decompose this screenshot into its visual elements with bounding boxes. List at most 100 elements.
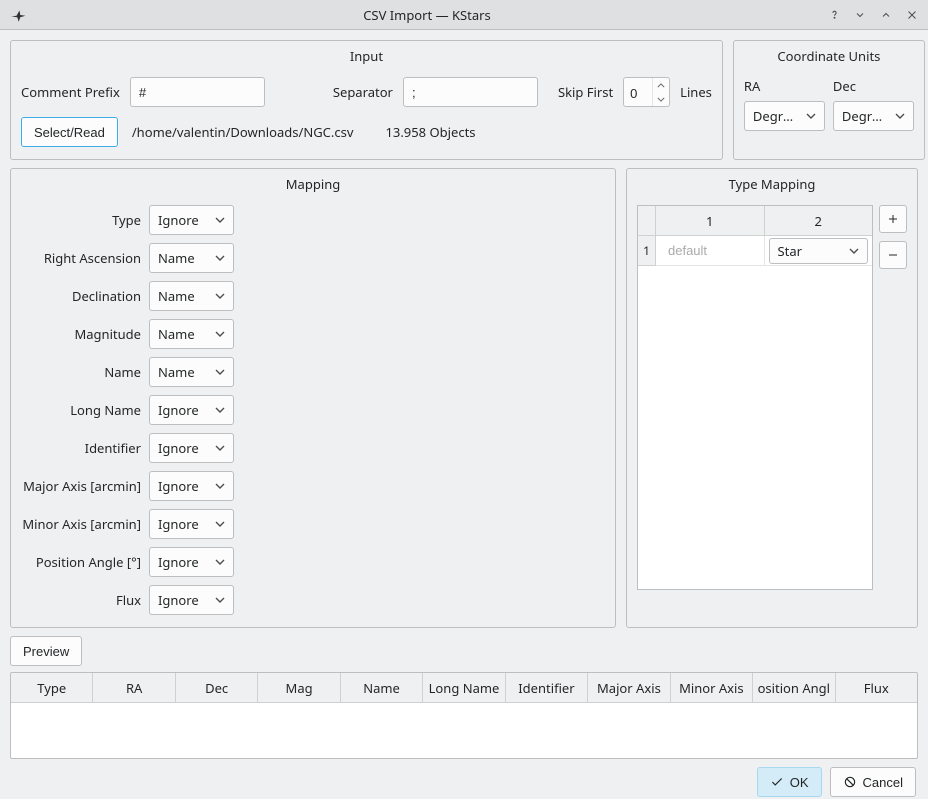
mapping-row-label: Minor Axis [arcmin] [21, 515, 141, 533]
preview-col-header[interactable]: Flux [836, 673, 917, 702]
titlebar: CSV Import — KStars [0, 0, 928, 30]
coord-units-groupbox: Coordinate Units RA Dec Degrees Degrees [733, 40, 925, 160]
mapping-row-label: Magnitude [21, 325, 141, 343]
type-mapping-title: Type Mapping [627, 169, 917, 197]
type-map-type-select[interactable]: Star [769, 238, 869, 264]
mapping-row: Position Angle [°] Ignore [21, 547, 281, 577]
lines-label: Lines [680, 83, 712, 101]
chevron-down-icon [215, 255, 225, 261]
help-icon[interactable] [826, 7, 842, 23]
type-map-row: 1 Star [638, 236, 872, 266]
mapping-row-select[interactable]: Ignore [149, 433, 234, 463]
mapping-row-select[interactable]: Name [149, 281, 234, 311]
mapping-row-label: Position Angle [°] [21, 553, 141, 571]
chevron-down-icon [215, 331, 225, 337]
file-path-text: /home/valentin/Downloads/NGC.csv [132, 123, 354, 141]
app-icon [8, 5, 28, 25]
mapping-row: Flux Ignore [21, 585, 281, 615]
mapping-row-label: Declination [21, 287, 141, 305]
type-mapping-groupbox: Type Mapping 1 2 1 [626, 168, 918, 628]
separator-label: Separator [333, 83, 393, 101]
chevron-down-icon [806, 113, 816, 119]
preview-table: TypeRADecMagNameLong NameIdentifierMajor… [10, 672, 918, 759]
mapping-row: Minor Axis [arcmin] Ignore [21, 509, 281, 539]
comment-prefix-input[interactable] [130, 77, 265, 107]
type-map-col-2[interactable]: 2 [765, 206, 873, 235]
type-map-text-input[interactable] [660, 236, 760, 265]
cancel-button[interactable]: Cancel [830, 767, 916, 797]
chevron-down-icon [215, 521, 225, 527]
separator-input[interactable] [403, 77, 538, 107]
skip-first-label: Skip First [558, 83, 613, 101]
input-groupbox: Input Comment Prefix Separator Skip Firs… [10, 40, 723, 160]
maximize-icon[interactable] [878, 7, 894, 23]
object-count-text: 13.958 Objects [385, 123, 475, 141]
mapping-row: Long Name Ignore [21, 395, 281, 425]
close-icon[interactable] [904, 7, 920, 23]
ok-button[interactable]: OK [757, 767, 822, 797]
table-corner [638, 206, 656, 235]
cancel-icon [843, 775, 857, 789]
select-read-button[interactable]: Select/Read [21, 117, 118, 147]
input-title: Input [11, 41, 722, 69]
preview-col-header[interactable]: Major Axis [588, 673, 670, 702]
ra-label: RA [744, 77, 825, 95]
preview-col-header[interactable]: osition Angl [753, 673, 835, 702]
mapping-row-label: Long Name [21, 401, 141, 419]
mapping-row-select[interactable]: Name [149, 243, 234, 273]
preview-col-header[interactable]: Dec [176, 673, 258, 702]
mapping-title: Mapping [11, 169, 615, 197]
type-mapping-table: 1 2 1 Star [637, 205, 873, 590]
mapping-row-select[interactable]: Ignore [149, 395, 234, 425]
mapping-row-select[interactable]: Ignore [149, 205, 234, 235]
mapping-row-label: Flux [21, 591, 141, 609]
spin-down-icon[interactable] [653, 92, 669, 106]
preview-col-header[interactable]: Type [11, 673, 93, 702]
mapping-row: IdentifierIgnore [21, 433, 281, 463]
window-title: CSV Import — KStars [28, 6, 826, 24]
preview-table-body [11, 703, 917, 758]
skip-first-input[interactable] [624, 78, 652, 107]
dec-label: Dec [833, 77, 914, 95]
preview-col-header[interactable]: RA [93, 673, 175, 702]
remove-row-button[interactable] [879, 241, 907, 269]
mapping-row-select[interactable]: Ignore [149, 471, 234, 501]
preview-button[interactable]: Preview [10, 636, 82, 666]
type-map-row-head[interactable]: 1 [638, 236, 656, 266]
mapping-row-select[interactable]: Name [149, 357, 234, 387]
mapping-row: TypeIgnore [21, 205, 281, 235]
mapping-row-label: Right Ascension [21, 249, 141, 267]
chevron-down-icon [215, 445, 225, 451]
mapping-row: Declination Name [21, 281, 281, 311]
ra-units-select[interactable]: Degrees [744, 101, 825, 131]
mapping-row-label: Major Axis [arcmin] [21, 477, 141, 495]
type-map-col-1[interactable]: 1 [656, 206, 765, 235]
chevron-down-icon [895, 113, 905, 119]
mapping-row-select[interactable]: Ignore [149, 585, 234, 615]
skip-first-spinbox[interactable] [623, 77, 670, 107]
chevron-down-icon [215, 597, 225, 603]
chevron-down-icon [849, 248, 859, 254]
preview-col-header[interactable]: Long Name [423, 673, 505, 702]
chevron-down-icon [215, 217, 225, 223]
mapping-row-select[interactable]: Ignore [149, 547, 234, 577]
mapping-row-select[interactable]: Name [149, 319, 234, 349]
spin-up-icon[interactable] [653, 78, 669, 92]
dec-units-select[interactable]: Degrees [833, 101, 914, 131]
preview-col-header[interactable]: Minor Axis [671, 673, 753, 702]
mapping-row-select[interactable]: Ignore [149, 509, 234, 539]
add-row-button[interactable] [879, 205, 907, 233]
preview-col-header[interactable]: Identifier [506, 673, 588, 702]
preview-col-header[interactable]: Name [341, 673, 423, 702]
chevron-down-icon [215, 559, 225, 565]
comment-prefix-label: Comment Prefix [21, 83, 120, 101]
chevron-down-icon [215, 293, 225, 299]
minimize-icon[interactable] [852, 7, 868, 23]
mapping-row: Major Axis [arcmin] Ignore [21, 471, 281, 501]
preview-col-header[interactable]: Mag [258, 673, 340, 702]
check-icon [770, 775, 784, 789]
coord-title: Coordinate Units [734, 41, 924, 69]
mapping-row: Magnitude Name [21, 319, 281, 349]
mapping-row: NameName [21, 357, 281, 387]
mapping-groupbox: Mapping TypeIgnoreRight AscensionNameDec… [10, 168, 616, 628]
